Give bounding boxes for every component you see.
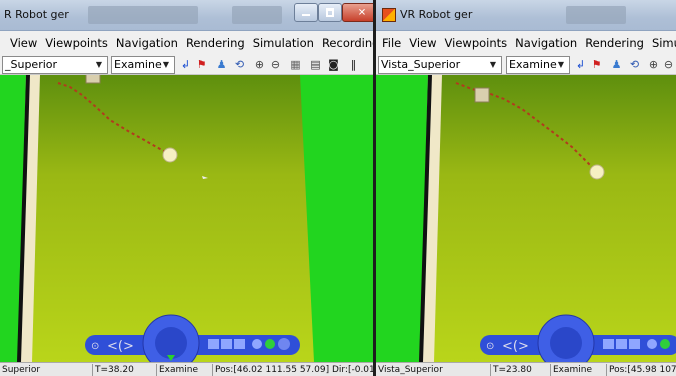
3d-viewport[interactable]: ⊙ <(> (0, 75, 373, 362)
undo-move-icon[interactable]: ↲ (573, 57, 588, 72)
menu-simulation[interactable]: Simulation (249, 36, 318, 50)
status-mode: Examine (156, 364, 198, 376)
straighten-icon[interactable]: ♟ (609, 57, 624, 72)
camera-icon[interactable]: ◙ (326, 57, 341, 72)
mode-icon[interactable]: ⊙ (486, 341, 494, 352)
menubar: File View Viewpoints Navigation Renderin… (376, 31, 676, 55)
start-block (474, 87, 490, 103)
zoom-out-icon[interactable]: ⊖ (661, 57, 676, 72)
menu-simulation[interactable]: Simulation (648, 36, 676, 50)
edges-icon[interactable] (616, 339, 627, 349)
undo-move-icon[interactable]: ↲ (178, 57, 193, 72)
straighten-icon[interactable]: ♟ (214, 57, 229, 72)
arrows-icon[interactable]: <(> (502, 339, 529, 354)
close-button[interactable]: ✕ (342, 3, 373, 22)
dropdown-arrow-icon: ▼ (95, 60, 103, 69)
wheel-center (155, 327, 187, 359)
nav-mode-select[interactable]: Examine ▼ (111, 56, 175, 74)
arrows-icon[interactable]: <(> (107, 339, 134, 354)
status-viewpoint: Superior (2, 365, 41, 375)
help-icon[interactable] (278, 338, 290, 350)
nav-mode-value: Examine (114, 58, 162, 71)
headlight-icon[interactable] (265, 339, 275, 349)
minimize-icon (302, 14, 310, 16)
mode-icon[interactable]: ⊙ (91, 341, 99, 352)
start-block (85, 75, 101, 84)
navigation-panel[interactable]: ⊙ <(> (480, 313, 676, 362)
robot-ball (589, 164, 605, 180)
rotate-icon[interactable]: ⟲ (627, 57, 642, 72)
viewpoint-select[interactable]: _Superior ▼ (2, 56, 108, 74)
wireframe-icon[interactable] (208, 339, 219, 349)
dropdown-arrow-icon: ▼ (489, 60, 497, 69)
window-title: VR Robot ger (400, 8, 473, 21)
maximize-button[interactable] (318, 3, 342, 22)
navigation-panel[interactable]: ⊙ <(> (85, 313, 300, 362)
document-icon[interactable]: ▤ (308, 57, 323, 72)
headlight-icon[interactable] (660, 339, 670, 349)
faces-icon[interactable] (234, 339, 245, 349)
flag-icon[interactable]: ⚑ (589, 57, 604, 72)
statusbar: Superior T=38.20 Examine Pos:[46.02 111.… (0, 362, 373, 376)
camera-view-icon[interactable] (647, 339, 657, 349)
status-viewpoint: Vista_Superior (378, 365, 443, 375)
menu-rendering[interactable]: Rendering (182, 36, 249, 50)
menu-navigation[interactable]: Navigation (112, 36, 182, 50)
menu-file[interactable]: File (376, 36, 405, 50)
menubar: View Viewpoints Navigation Rendering Sim… (0, 31, 373, 55)
taskbar-blur (88, 6, 198, 24)
wireframe-icon[interactable] (603, 339, 614, 349)
toolbar: Vista_Superior ▼ Examine ▼ ↲ ⚑ ♟ ⟲ ⊕ ⊖ (376, 55, 676, 75)
titlebar[interactable]: VR Robot ger (376, 0, 676, 31)
menu-viewpoints[interactable]: Viewpoints (41, 36, 112, 50)
pause-icon[interactable]: ‖ (346, 57, 361, 72)
menu-rendering[interactable]: Rendering (581, 36, 648, 50)
grid-icon[interactable]: ▦ (288, 57, 303, 72)
menu-view[interactable]: View (0, 36, 41, 50)
zoom-in-icon[interactable]: ⊕ (646, 57, 661, 72)
minimize-button[interactable] (294, 3, 318, 22)
robot-ball (162, 147, 178, 163)
faces-icon[interactable] (629, 339, 640, 349)
zoom-in-icon[interactable]: ⊕ (252, 57, 267, 72)
window-title: R Robot ger (4, 8, 69, 21)
toolbar: _Superior ▼ Examine ▼ ↲ ⚑ ♟ ⟲ ⊕ ⊖ ▦ ▤ ◙ … (0, 55, 373, 75)
zoom-out-icon[interactable]: ⊖ (268, 57, 283, 72)
statusbar: Vista_Superior T=23.80 Examine Pos:[45.9… (376, 362, 676, 376)
viewpoint-select[interactable]: Vista_Superior ▼ (378, 56, 502, 74)
status-position: Pos:[45.98 107. (606, 364, 676, 376)
menu-view[interactable]: View (405, 36, 440, 50)
maximize-icon (326, 8, 334, 17)
status-position: Pos:[46.02 111.55 57.09] Dir:[-0.01 -0 (212, 364, 373, 376)
dropdown-arrow-icon: ▼ (557, 60, 565, 69)
viewpoint-value: _Superior (5, 58, 58, 71)
status-time: T=38.20 (92, 364, 134, 376)
titlebar[interactable]: R Robot ger ✕ (0, 0, 373, 31)
status-time: T=23.80 (490, 364, 532, 376)
nav-mode-value: Examine (509, 58, 557, 71)
app-icon (382, 8, 396, 22)
wheel-center (550, 327, 582, 359)
taskbar-blur (232, 6, 282, 24)
menu-viewpoints[interactable]: Viewpoints (441, 36, 512, 50)
dropdown-arrow-icon: ▼ (162, 60, 170, 69)
menu-recording[interactable]: Recording (318, 36, 373, 50)
taskbar-blur (566, 6, 626, 24)
vr-window-right: VR Robot ger File View Viewpoints Naviga… (376, 0, 676, 376)
rotate-icon[interactable]: ⟲ (232, 57, 247, 72)
viewpoint-value: Vista_Superior (381, 58, 461, 71)
close-icon: ✕ (357, 7, 367, 18)
flag-icon[interactable]: ⚑ (194, 57, 209, 72)
status-mode: Examine (550, 364, 592, 376)
vr-window-left: R Robot ger ✕ View Viewpoints Navigation… (0, 0, 373, 376)
menu-navigation[interactable]: Navigation (511, 36, 581, 50)
nav-mode-select[interactable]: Examine ▼ (506, 56, 570, 74)
camera-view-icon[interactable] (252, 339, 262, 349)
3d-viewport[interactable]: ⊙ <(> (376, 75, 676, 362)
edges-icon[interactable] (221, 339, 232, 349)
